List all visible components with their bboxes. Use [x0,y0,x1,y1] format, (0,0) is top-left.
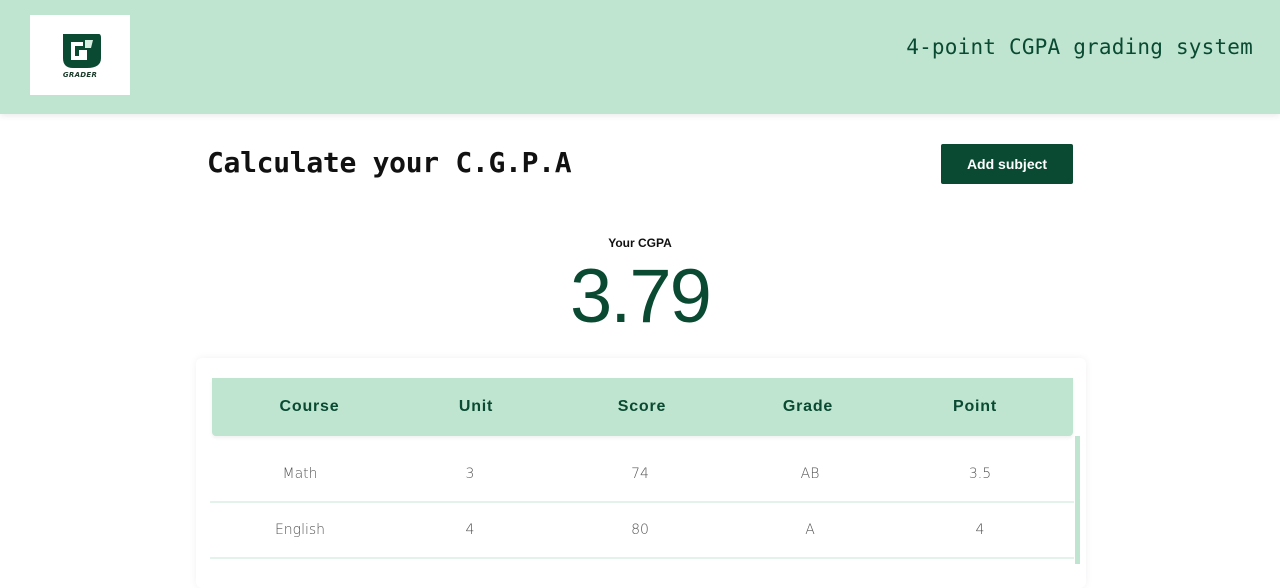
table-row[interactable]: English 4 80 A 4 [210,503,1074,559]
table-header: Course Unit Score Grade Point [212,378,1073,436]
table-row[interactable]: Math 3 74 AB 3.5 [210,447,1074,503]
column-header-score: Score [617,398,667,415]
cell-grade: A [805,522,815,538]
cgpa-value: 3.79 [570,254,712,339]
cell-score: 74 [631,466,649,482]
logo-text: GRADER [62,71,98,79]
cell-point: 3.5 [968,466,992,482]
column-header-point: Point [953,398,997,415]
cell-score: 80 [631,522,649,538]
top-header-bar: GRADER 4-point CGPA grading system [0,0,1280,114]
cgpa-label: Your CGPA [608,236,672,250]
cell-grade: AB [800,466,820,482]
cell-point: 4 [975,522,985,538]
cell-unit: 4 [465,522,475,538]
table-scrollbar[interactable] [1075,436,1080,564]
grading-system-title: 4-point CGPA grading system [906,35,1253,59]
cell-unit: 3 [465,466,475,482]
add-subject-button[interactable]: Add subject [941,144,1073,184]
column-header-unit: Unit [458,398,494,415]
logo[interactable]: GRADER [30,15,130,95]
column-header-course: Course [279,398,340,415]
cell-course: Math [282,466,318,482]
column-header-grade: Grade [782,398,834,415]
cell-course: English [274,522,326,538]
page-title: Calculate your C.G.P.A [207,146,572,179]
grader-logo-icon [63,34,101,68]
